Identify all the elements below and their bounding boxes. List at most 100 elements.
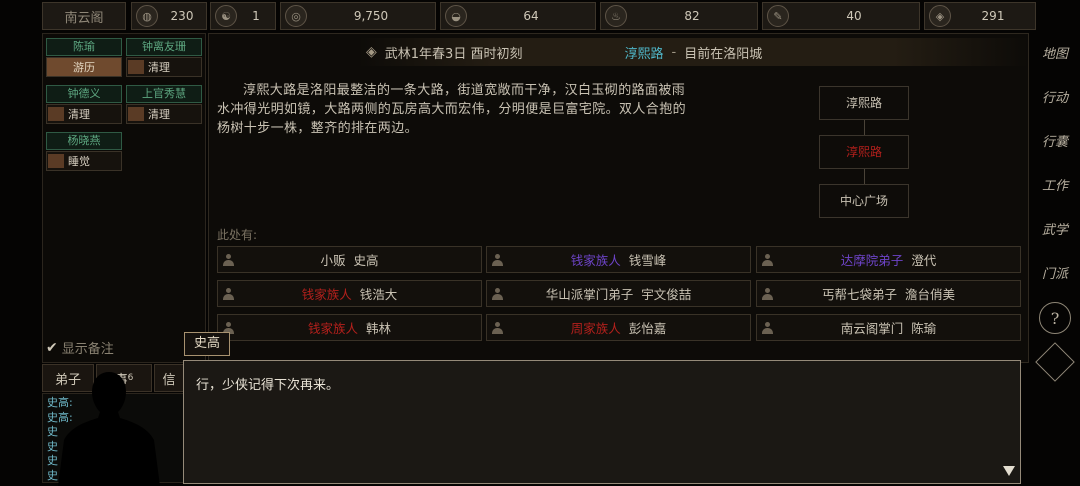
npc-role: 华山派掌门弟子 xyxy=(545,287,634,302)
resource-money: ◎ 9,750 xyxy=(280,2,436,30)
header-separator: - xyxy=(671,44,677,60)
check-icon: ✔ xyxy=(46,339,58,356)
person-icon xyxy=(762,253,773,266)
party-member-card[interactable]: 陈瑜 游历 xyxy=(46,38,122,77)
party-member-card[interactable]: 上官秀慧 清理 xyxy=(126,85,202,124)
member-action: 游历 xyxy=(46,57,122,77)
person-icon xyxy=(762,321,773,334)
tab-label: 信 xyxy=(162,372,176,388)
globe-icon: ◍ xyxy=(136,5,158,27)
npc-name: 澄代 xyxy=(911,253,937,268)
location-header: ◈ 武林1年春3日 酉时初刻 淳熙路 - 目前在洛阳城 xyxy=(358,38,1028,66)
npc-entry[interactable]: 达摩院弟子 澄代 xyxy=(756,246,1021,273)
map-node-current: 淳熙路 xyxy=(819,135,909,169)
game-time: 武林1年春3日 酉时初刻 xyxy=(384,46,523,62)
speaker-silhouette xyxy=(58,372,160,486)
npc-role: 小贩 xyxy=(320,253,346,268)
resource-value: 40 xyxy=(846,9,862,23)
menu-martial-button[interactable]: 武学 xyxy=(1034,209,1076,251)
menu-map-button[interactable]: 地图 xyxy=(1034,33,1076,75)
person-icon xyxy=(492,321,503,334)
resource-value: 64 xyxy=(523,9,539,23)
npc-role: 钱家族人 xyxy=(301,287,352,302)
brush-icon: ✎ xyxy=(767,5,789,27)
here-label: 此处有: xyxy=(217,228,258,242)
menu-bag-button[interactable]: 行囊 xyxy=(1034,121,1076,163)
diamond-icon: ◈ xyxy=(366,44,377,60)
person-icon xyxy=(223,287,234,300)
npc-entry[interactable]: 周家族人 彭怡嘉 xyxy=(486,314,751,341)
map-connector xyxy=(864,169,865,184)
resource-ore: ◈ 291 xyxy=(924,2,1036,30)
ore-icon: ◈ xyxy=(929,5,951,27)
npc-entry[interactable]: 钱家族人 韩林 xyxy=(217,314,482,341)
resource-value: 291 xyxy=(981,9,1005,23)
npc-role: 周家族人 xyxy=(570,321,621,336)
member-name: 陈瑜 xyxy=(46,38,122,56)
map-node-south[interactable]: 中心广场 xyxy=(819,184,909,218)
food-bowl-icon: ◒ xyxy=(445,5,467,27)
resource-karma: ☯ 1 xyxy=(210,2,276,30)
resource-food: ◒ 64 xyxy=(440,2,596,30)
help-button[interactable]: ? xyxy=(1034,297,1076,339)
memo-label: 显示备注 xyxy=(61,342,114,357)
npc-role: 钱家族人 xyxy=(307,321,358,336)
npc-name: 史高 xyxy=(353,253,379,268)
menu-work-button[interactable]: 工作 xyxy=(1034,165,1076,207)
question-icon: ? xyxy=(1039,302,1071,334)
map-connector xyxy=(864,120,865,135)
member-action: 睡觉 xyxy=(46,151,122,171)
npc-role: 丐帮七袋弟子 xyxy=(821,287,897,302)
person-icon xyxy=(762,287,773,300)
member-name: 杨晓燕 xyxy=(46,132,122,150)
current-city: 目前在洛阳城 xyxy=(684,46,763,62)
sect-name: 南云阁 xyxy=(64,10,104,26)
npc-name: 彭怡嘉 xyxy=(628,321,667,336)
speaker-name: 史高 xyxy=(184,332,230,356)
resource-value: 82 xyxy=(684,9,700,23)
npc-name: 韩林 xyxy=(366,321,392,336)
gear-icon xyxy=(1035,342,1075,382)
map-node-north[interactable]: 淳熙路 xyxy=(819,86,909,120)
person-icon xyxy=(223,253,234,266)
member-action: 清理 xyxy=(126,57,202,77)
continue-arrow-icon[interactable] xyxy=(1003,466,1015,476)
person-icon xyxy=(492,287,503,300)
show-memo-toggle[interactable]: ✔ 显示备注 xyxy=(46,338,114,358)
location-description: 淳熙大路是洛阳最整洁的一条大路，街道宽敞而干净，汉白玉砌的路面被雨水冲得光明如镜… xyxy=(217,83,687,136)
party-member-card[interactable]: 钟离友珊 清理 xyxy=(126,38,202,77)
sect-name-plate: 南云阁 xyxy=(42,2,126,30)
resource-value: 9,750 xyxy=(353,9,389,23)
resource-incense: ♨ 82 xyxy=(600,2,758,30)
settings-button[interactable] xyxy=(1034,341,1076,383)
npc-entry[interactable]: 南云阁掌门 陈瑜 xyxy=(756,314,1021,341)
party-member-card[interactable]: 杨晓燕 睡觉 xyxy=(46,132,122,171)
menu-sect-button[interactable]: 门派 xyxy=(1034,253,1076,295)
resource-value: 230 xyxy=(170,9,194,23)
resource-fame: ◍ 230 xyxy=(131,2,207,30)
side-menu: 地图 行动 行囊 工作 武学 门派 ? xyxy=(1032,33,1078,385)
npc-entry[interactable]: 丐帮七袋弟子 澹台俏美 xyxy=(756,280,1021,307)
person-icon xyxy=(492,253,503,266)
menu-action-button[interactable]: 行动 xyxy=(1034,77,1076,119)
member-action: 清理 xyxy=(126,104,202,124)
npc-role: 钱家族人 xyxy=(570,253,621,268)
dialog-text: 行，少侠记得下次再来。 xyxy=(196,378,340,393)
npc-entry[interactable]: 钱家族人 钱浩大 xyxy=(217,280,482,307)
npc-name: 陈瑜 xyxy=(911,321,937,336)
member-name: 钟离友珊 xyxy=(126,38,202,56)
member-name: 上官秀慧 xyxy=(126,85,202,103)
party-member-card[interactable]: 钟德义 清理 xyxy=(46,85,122,124)
npc-name: 澹台俏美 xyxy=(905,287,956,302)
npc-entry[interactable]: 小贩 史高 xyxy=(217,246,482,273)
resource-ink: ✎ 40 xyxy=(762,2,920,30)
npc-role: 南云阁掌门 xyxy=(840,321,904,336)
dialog-box[interactable]: 行，少侠记得下次再来。 xyxy=(183,360,1021,484)
member-action: 清理 xyxy=(46,104,122,124)
npc-name: 钱浩大 xyxy=(359,287,398,302)
npc-entry[interactable]: 华山派掌门弟子 宇文俊喆 xyxy=(486,280,751,307)
member-name: 钟德义 xyxy=(46,85,122,103)
party-panel xyxy=(42,33,206,363)
npc-entry[interactable]: 钱家族人 钱雪峰 xyxy=(486,246,751,273)
resource-value: 1 xyxy=(252,9,260,23)
